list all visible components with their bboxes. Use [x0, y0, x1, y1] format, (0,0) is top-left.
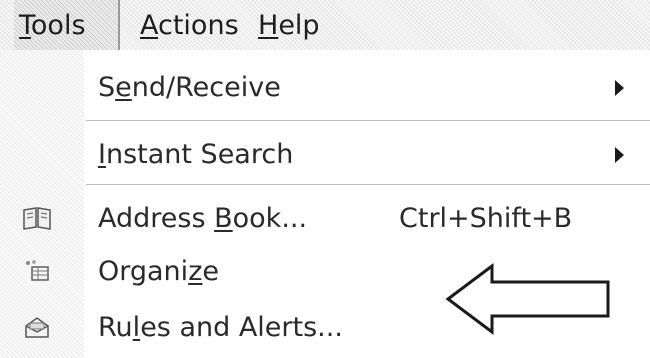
menu-item-instant-search[interactable]: Instant Search	[0, 127, 650, 183]
organize-icon	[26, 260, 49, 281]
menu-actions[interactable]: Actions	[140, 0, 239, 50]
submenu-arrow-icon	[615, 80, 624, 96]
menu-separator	[86, 184, 650, 185]
address-book-icon	[23, 207, 51, 230]
menu-item-label: Instant Search	[98, 139, 294, 170]
menu-item-label: Rules and Alerts...	[98, 312, 343, 343]
menu-bar: Tools Actions Help	[0, 0, 650, 51]
rules-alerts-icon	[25, 317, 49, 338]
menu-help[interactable]: Help	[258, 0, 320, 50]
menu-item-address-book[interactable]: Address Book... Ctrl+Shift+B	[0, 191, 650, 247]
left-arrow-outline-icon	[445, 263, 610, 335]
shortcut-label: Ctrl+Shift+B	[399, 203, 573, 234]
menu-item-label: Organize	[98, 256, 219, 287]
menu-item-send-receive[interactable]: Send/Receive	[0, 60, 650, 116]
menu-item-label: Send/Receive	[98, 72, 281, 103]
menu-item-label: Address Book...	[98, 203, 308, 234]
submenu-arrow-icon	[615, 147, 624, 163]
menu-separator	[86, 120, 650, 121]
menu-tools[interactable]: Tools	[14, 0, 120, 50]
